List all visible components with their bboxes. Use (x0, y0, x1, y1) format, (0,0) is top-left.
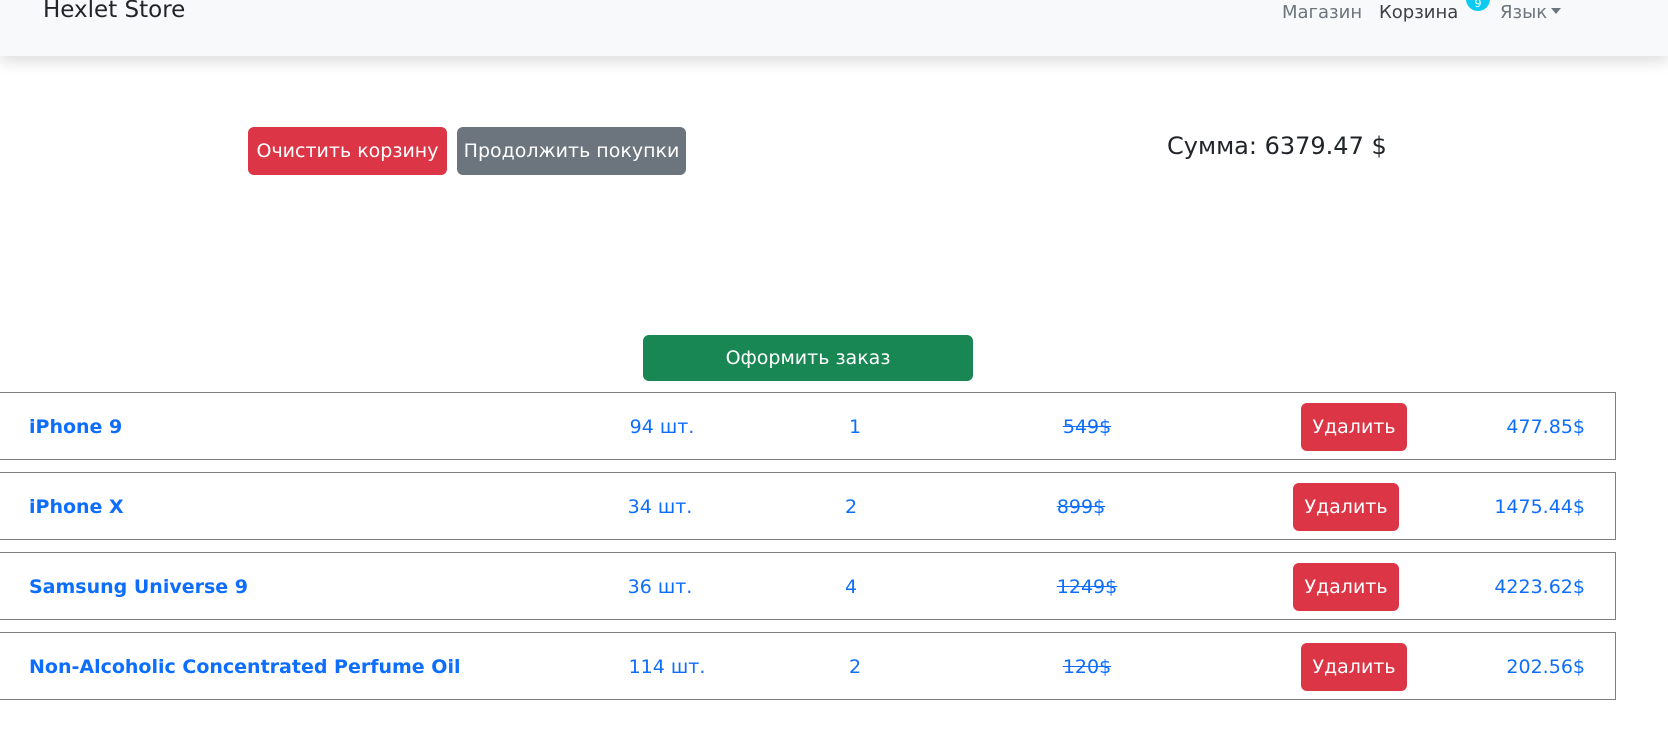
stock-count: 36 шт. (627, 576, 693, 598)
product-name-link[interactable]: Non-Alcoholic Concentrated Perfume Oil (29, 633, 461, 701)
checkout-button[interactable]: Оформить заказ (643, 335, 973, 381)
original-price: 899$ (1056, 496, 1106, 518)
product-name-link[interactable]: iPhone X (29, 473, 124, 541)
delete-button[interactable]: Удалить (1293, 563, 1399, 611)
delete-button[interactable]: Удалить (1301, 403, 1407, 451)
stock-count: 34 шт. (627, 496, 693, 518)
clear-cart-button[interactable]: Очистить корзину (248, 127, 447, 175)
item-total: 477.85$ (1506, 416, 1585, 438)
stock-count: 94 шт. (629, 416, 695, 438)
chevron-down-icon (1551, 8, 1562, 14)
product-name-link[interactable]: Samsung Universe 9 (29, 553, 248, 621)
item-total: 4223.62$ (1494, 576, 1585, 598)
cart-item-row: iPhone X 34 шт. 2 899$ Удалить 1475.44$ (0, 472, 1616, 540)
cart-item-row: Samsung Universe 9 36 шт. 4 1249$ Удалит… (0, 552, 1616, 620)
delete-button[interactable]: Удалить (1301, 643, 1407, 691)
nav-cart-link[interactable]: Корзина (1379, 1, 1458, 25)
language-dropdown[interactable]: Язык (1500, 1, 1562, 25)
cart-item-row: Non-Alcoholic Concentrated Perfume Oil 1… (0, 632, 1616, 700)
original-price: 120$ (1062, 656, 1112, 678)
item-total: 1475.44$ (1494, 496, 1585, 518)
brand-logo[interactable]: Hexlet Store (43, 0, 185, 24)
original-price: 549$ (1062, 416, 1112, 438)
navbar: Hexlet Store Магазин Корзина 9 Язык (0, 0, 1668, 56)
language-label: Язык (1500, 2, 1548, 23)
cart-count-badge: 9 (1466, 0, 1490, 11)
quantity: 4 (844, 576, 858, 598)
item-total: 202.56$ (1506, 656, 1585, 678)
original-price: 1249$ (1056, 576, 1118, 598)
cart-item-row: iPhone 9 94 шт. 1 549$ Удалить 477.85$ (0, 392, 1616, 460)
quantity: 1 (848, 416, 862, 438)
delete-button[interactable]: Удалить (1293, 483, 1399, 531)
quantity: 2 (844, 496, 858, 518)
nav-shop-link[interactable]: Магазин (1282, 1, 1362, 25)
stock-count: 114 шт. (628, 656, 706, 678)
continue-shopping-button[interactable]: Продолжить покупки (457, 127, 686, 175)
product-name-link[interactable]: iPhone 9 (29, 393, 122, 461)
quantity: 2 (848, 656, 862, 678)
cart-total: Сумма: 6379.47 $ (1167, 132, 1387, 160)
